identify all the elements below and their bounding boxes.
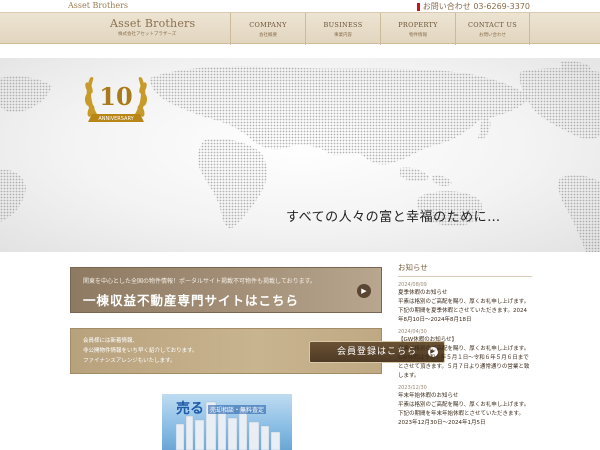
main-nav: COMPANY 会社概要 BUSINESS 事業内容 PROPERTY 物件情報… — [230, 13, 530, 45]
member-line-1: 会員様には新着情報、 — [83, 338, 139, 344]
nav-property[interactable]: PROPERTY 物件情報 — [380, 13, 455, 45]
nav-company-jp: 会社概要 — [259, 33, 277, 38]
site-banner-subtext: 関東を中心とした全国の物件情報！ポータルサイト掲載不可物件も掲載しております。 — [83, 278, 317, 285]
news-section: お知らせ 2024/08/09 夏季休暇のお知らせ 平素は格別のご高配を賜り、厚… — [398, 262, 532, 450]
news-headline: 年末年始休暇のお知らせ — [398, 393, 459, 399]
phone-marker-icon — [416, 2, 420, 11]
nav-business-jp: 事業内容 — [334, 33, 352, 38]
news-body: 平素は格別のご高配を賜り、厚くお礼申し上げます。下記の期間を年末年始休暇とさせて… — [398, 402, 530, 426]
news-date: 2023/12/30 — [398, 385, 427, 391]
badge-number: 10 — [99, 82, 132, 111]
top-brand-text: Asset Brothers — [68, 1, 129, 10]
news-item[interactable]: 2024/08/09 夏季休暇のお知らせ 平素は格別のご高配を賜り、厚くお礼申し… — [398, 281, 532, 325]
nav-property-en: PROPERTY — [398, 21, 438, 29]
nav-property-jp: 物件情報 — [409, 33, 427, 38]
nav-business-en: BUSINESS — [323, 21, 363, 29]
top-strip: Asset Brothers お問い合わせ 03-6269-3370 — [0, 0, 600, 12]
phone-label: お問い合わせ 03-6269-3370 — [422, 2, 530, 11]
nav-contact[interactable]: CONTACT US お問い合わせ — [455, 13, 530, 45]
sell-consultation-banner[interactable]: 売る 売却相談・無料査定 — [162, 394, 292, 450]
nav-business[interactable]: BUSINESS 事業内容 — [305, 13, 380, 45]
header-nav-bar: Asset Brothers 株式会社アセットブラザーズ COMPANY 会社概… — [0, 12, 600, 45]
news-item[interactable]: 2024/04/30 【GW休暇のお知らせ】 平素は格別のご高配を賜り、厚くお礼… — [398, 328, 532, 381]
nav-company[interactable]: COMPANY 会社概要 — [230, 13, 305, 45]
news-body: 平素は格別のご高配を賜り、厚くお礼申し上げます。下記の期間を夏季休暇とさせていた… — [398, 299, 530, 323]
hero-tagline: すべての人々の富と幸福のために… — [286, 210, 501, 225]
member-line-3: ファイナンスアレンジもいたします。 — [83, 358, 176, 364]
logo-main-text: Asset Brothers — [110, 17, 196, 30]
news-date: 2024/04/30 — [398, 329, 427, 335]
news-headline: 夏季休暇のお知らせ — [398, 290, 448, 296]
member-banner-text: 会員様には新着情報、 非公開物件情報をいち早く紹介しております。 ファイナンスア… — [83, 336, 198, 366]
news-body: 平素は格別のご高配を賜り、厚くお礼申し上げます。GW休暇は令和６年５月１日～令和… — [398, 346, 530, 379]
income-property-site-banner[interactable]: 関東を中心とした全国の物件情報！ポータルサイト掲載不可物件も掲載しております。 … — [70, 267, 382, 313]
news-item[interactable]: 2023/12/30 年末年始休暇のお知らせ 平素は格別のご高配を賜り、厚くお礼… — [398, 384, 532, 428]
logo-sub-text: 株式会社アセットブラザーズ — [118, 32, 177, 37]
chevron-right-icon: ▶ — [357, 284, 371, 298]
sell-banner-subtitle: 売却相談・無料査定 — [208, 405, 267, 414]
nav-contact-en: CONTACT US — [468, 21, 517, 29]
nav-company-en: COMPANY — [249, 21, 287, 29]
member-registration-banner[interactable]: 会員様には新着情報、 非公開物件情報をいち早く紹介しております。 ファイナンスア… — [70, 328, 445, 374]
site-banner-title: 一棟収益不動産専門サイトはこちら — [83, 293, 300, 308]
nav-contact-jp: お問い合わせ — [479, 33, 506, 38]
news-headline: 【GW休暇のお知らせ】 — [398, 337, 458, 343]
badge-text: ANNIVERSARY — [98, 116, 134, 122]
site-logo[interactable]: Asset Brothers 株式会社アセットブラザーズ — [110, 17, 220, 37]
phone-contact[interactable]: お問い合わせ 03-6269-3370 — [416, 1, 530, 12]
anniversary-badge-icon: 10 ANNIVERSARY — [84, 76, 148, 122]
hero-banner: 10 ANNIVERSARY すべての人々の富と幸福のために… — [0, 58, 600, 252]
sell-banner-title: 売る — [176, 401, 204, 417]
member-line-2: 非公開物件情報をいち早く紹介しております。 — [83, 348, 198, 354]
news-heading: お知らせ — [398, 262, 532, 277]
news-date: 2024/08/09 — [398, 282, 427, 288]
